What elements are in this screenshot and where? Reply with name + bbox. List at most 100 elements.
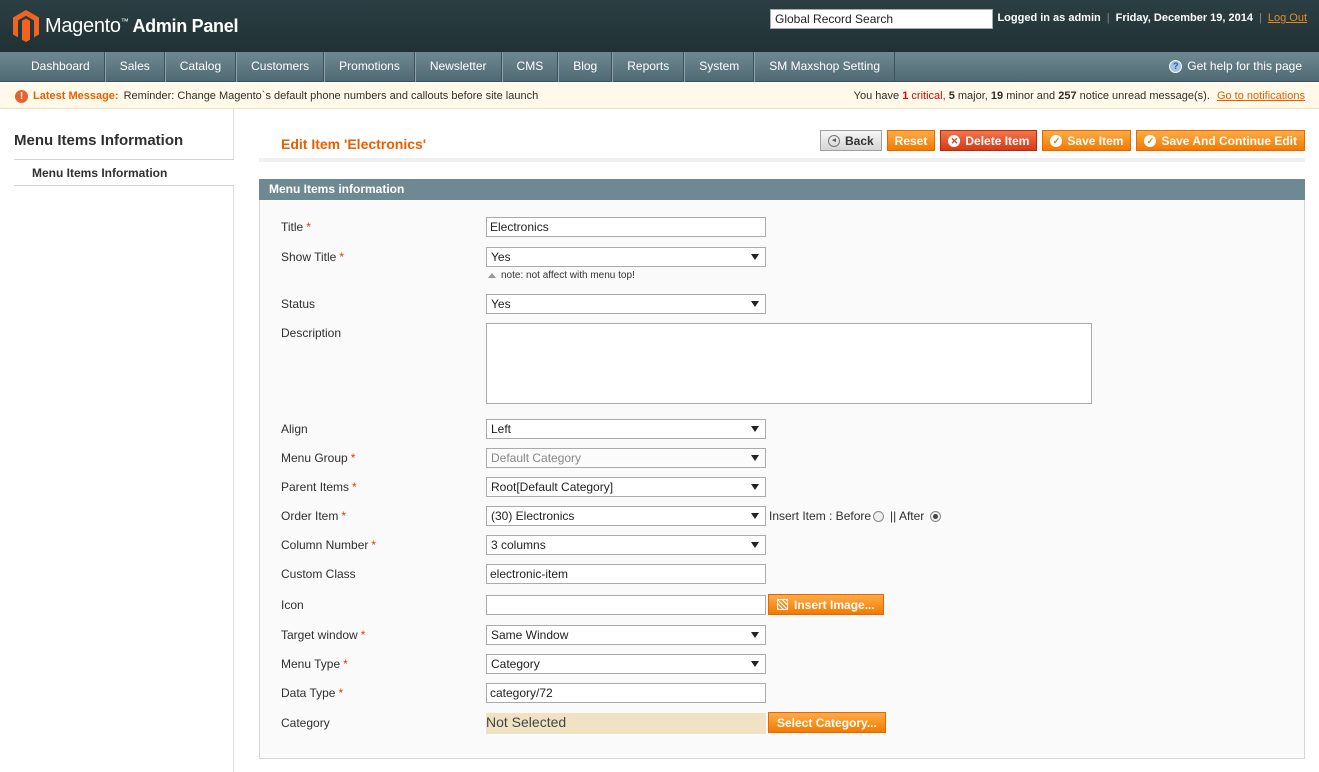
insert-before-label: Insert Item : Before: [769, 509, 872, 523]
target-window-select[interactable]: Same Window: [486, 625, 766, 645]
show-title-select[interactable]: Yes: [486, 247, 766, 267]
save-item-button[interactable]: ✓ Save Item: [1042, 130, 1132, 151]
menu-group-label: Menu Group *: [281, 451, 355, 465]
dropdown-arrow-icon: [751, 632, 759, 638]
sidebar: Menu Items Information Menu Items Inform…: [0, 109, 234, 772]
logout-link[interactable]: Log Out: [1268, 12, 1307, 24]
insert-image-button[interactable]: Insert Image...: [768, 594, 884, 615]
column-number-label-text: Column Number: [281, 538, 369, 552]
nav-item-newsletter[interactable]: Newsletter: [414, 52, 502, 82]
save-continue-button-label: Save And Continue Edit: [1161, 133, 1297, 148]
title-label-text: Title: [281, 220, 304, 234]
minor-count: 19: [990, 90, 1004, 102]
menu-type-select[interactable]: Category: [486, 654, 766, 674]
nav-item-customers[interactable]: Customers: [236, 52, 325, 82]
notification-bar: ! Latest Message: Reminder: Change Magen…: [0, 83, 1319, 109]
minor-label: minor and: [1006, 90, 1056, 102]
title-input[interactable]: [486, 217, 766, 237]
align-select[interactable]: Left: [486, 419, 766, 439]
parent-items-select[interactable]: Root[Default Category]: [486, 477, 766, 497]
menu-item-form: Title* Show Title* Yes note: not affect …: [259, 200, 1305, 759]
align-value: Left: [491, 422, 512, 436]
nav-item-dashboard[interactable]: Dashboard: [17, 52, 105, 82]
magento-logo[interactable]: Magento™ Admin Panel: [13, 9, 238, 43]
menu-type-value: Category: [491, 657, 540, 671]
nav-item-reports[interactable]: Reports: [612, 52, 685, 82]
reset-button[interactable]: Reset: [886, 130, 936, 151]
message-counts: You have 1 critical, 5 major, 19 minor a…: [854, 83, 1305, 109]
alert-icon: !: [15, 89, 28, 103]
help-icon: ?: [1169, 60, 1183, 73]
order-item-label-text: Order Item: [281, 509, 339, 523]
custom-class-input[interactable]: [486, 564, 766, 584]
menu-group-value: Default Category: [491, 451, 582, 465]
category-display: Not Selected: [486, 713, 766, 734]
nav-item-promotions[interactable]: Promotions: [324, 52, 415, 82]
header-user-info: Logged in as admin | Friday, December 19…: [997, 12, 1307, 24]
back-icon: ◂: [827, 134, 840, 147]
header: Magento™Admin Panel Logged in as admin |…: [0, 0, 1319, 52]
required-mark: *: [341, 509, 347, 523]
back-button[interactable]: ◂ Back: [819, 130, 882, 151]
separator: |: [1259, 12, 1262, 24]
global-search-input[interactable]: [770, 9, 993, 29]
menu-group-label-text: Menu Group: [281, 451, 348, 465]
required-mark: *: [306, 220, 311, 234]
required-mark: *: [350, 451, 356, 465]
dropdown-arrow-icon: [751, 301, 759, 307]
logo-text: Magento™ Admin Panel: [45, 15, 238, 38]
nav-item-sm-maxshop-setting[interactable]: SM Maxshop Setting: [754, 52, 895, 82]
insert-before-radio[interactable]: [873, 510, 885, 522]
insert-position-options: Insert Item : Before || After: [769, 509, 942, 523]
current-date: Friday, December 19, 2014: [1115, 12, 1253, 24]
critical-count: 1: [902, 90, 909, 102]
form-buttons: ◂ Back Reset ✕ Delete Item ✓ Save Item ✓ Sav…: [819, 130, 1305, 151]
insert-image-label: Insert Image...: [794, 597, 875, 612]
description-textarea[interactable]: [486, 323, 1092, 404]
column-number-select[interactable]: 3 columns: [486, 535, 766, 555]
counts-prefix: You have: [853, 90, 900, 102]
note-arrow-icon: [488, 273, 496, 278]
fieldset-legend: Menu Items information: [259, 179, 1305, 200]
go-to-notifications-link[interactable]: Go to notifications: [1217, 90, 1305, 102]
show-title-label-text: Show Title: [281, 250, 337, 264]
save-button-label: Save Item: [1067, 133, 1124, 148]
column-number-label: Column Number *: [281, 538, 376, 552]
select-category-button[interactable]: Select Category...: [768, 712, 886, 733]
custom-class-label: Custom Class: [281, 567, 356, 581]
title-label: Title *: [281, 220, 311, 234]
parent-items-value: Root[Default Category]: [491, 480, 614, 494]
category-label: Category: [281, 716, 330, 730]
show-title-value: Yes: [491, 250, 511, 264]
save-continue-icon: ✓: [1144, 134, 1157, 147]
nav-item-sales[interactable]: Sales: [104, 52, 165, 82]
help-link[interactable]: ? Get help for this page: [1169, 52, 1302, 81]
data-type-input[interactable]: [486, 683, 766, 703]
delete-item-button[interactable]: ✕ Delete Item: [940, 130, 1038, 151]
menu-group-select: Default Category: [486, 448, 766, 468]
insert-after-radio[interactable]: [930, 510, 942, 522]
required-mark: *: [352, 480, 357, 494]
required-mark: *: [339, 250, 345, 264]
nav-item-cms[interactable]: CMS: [501, 52, 559, 82]
nav-item-blog[interactable]: Blog: [558, 52, 613, 82]
status-select[interactable]: Yes: [486, 294, 766, 314]
parent-items-label-text: Parent Items: [281, 480, 350, 494]
page-title: Edit Item 'Electronics': [281, 136, 427, 152]
icon-label: Icon: [281, 598, 304, 612]
delete-button-label: Delete Item: [965, 133, 1030, 148]
image-icon: [777, 599, 788, 610]
nav-item-catalog[interactable]: Catalog: [164, 52, 237, 82]
nav-item-system[interactable]: System: [684, 52, 755, 82]
sidebar-tab-menu-items-information[interactable]: Menu Items Information: [14, 160, 234, 186]
status-value: Yes: [491, 297, 511, 311]
latest-message-label: Latest Message:: [33, 90, 119, 102]
order-item-select[interactable]: (30) Electronics: [486, 506, 766, 526]
title-divider: [259, 158, 1305, 162]
icon-input[interactable]: [486, 595, 766, 615]
menu-type-label: Menu Type *: [281, 657, 348, 671]
logo-sub-text: Admin Panel: [132, 15, 239, 36]
align-label: Align: [281, 422, 308, 436]
save-and-continue-button[interactable]: ✓ Save And Continue Edit: [1136, 130, 1305, 151]
dropdown-arrow-icon: [751, 455, 759, 461]
